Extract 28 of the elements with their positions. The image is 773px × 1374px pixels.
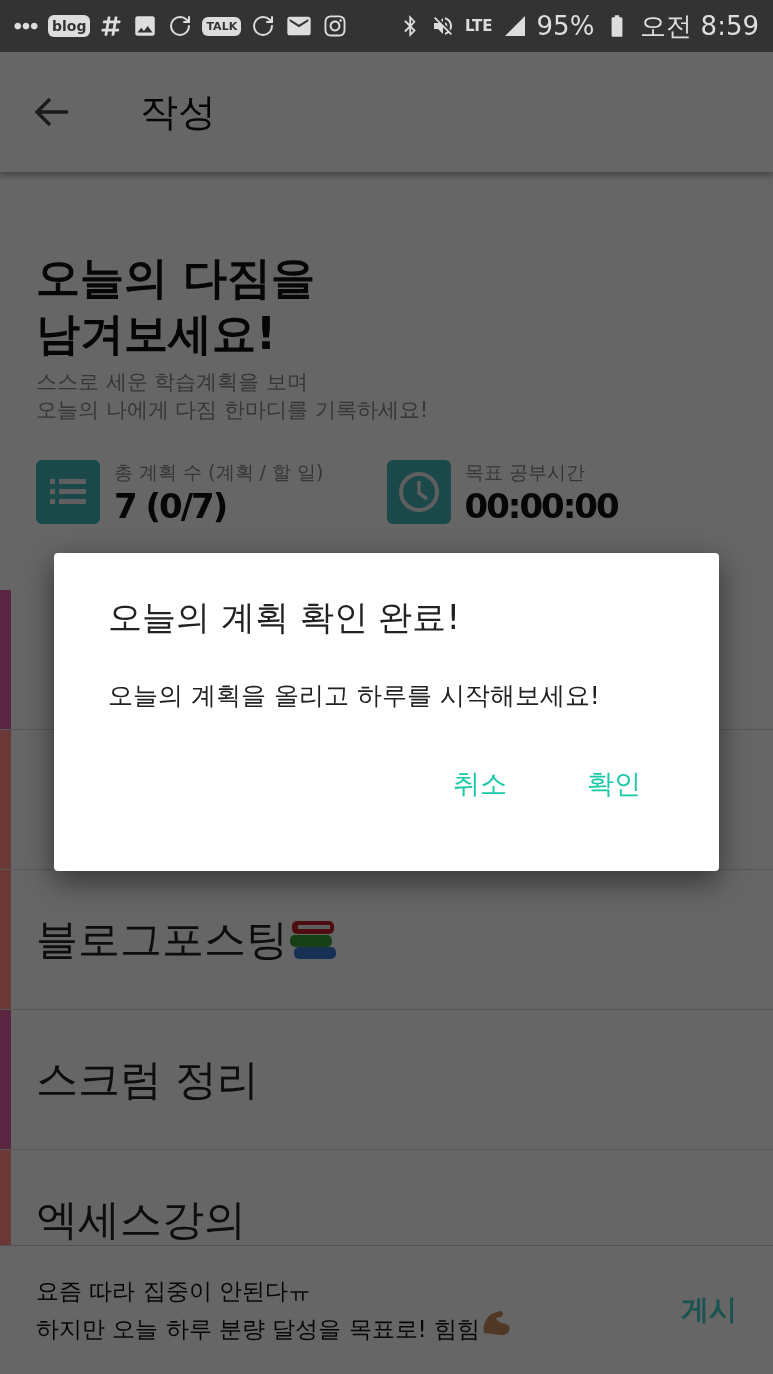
- plan-row[interactable]: 엑세스강의: [0, 1150, 773, 1245]
- headline: 오늘의 다짐을: [36, 251, 317, 305]
- clock-icon: [386, 460, 451, 524]
- headline: 남겨보세요!: [36, 307, 278, 361]
- plan-title: 블로그포스팅: [36, 913, 288, 966]
- dialog-message: 오늘의 계획을 올리고 하루를 시작해보세요!: [108, 680, 601, 712]
- refresh-icon: [251, 14, 276, 38]
- screen-title: 작성: [140, 88, 216, 136]
- plan-title: 엑세스강의: [36, 1193, 246, 1245]
- stat-value: 00:00:00: [464, 486, 618, 526]
- plan-row[interactable]: 스크럼 정리: [0, 1010, 773, 1150]
- dialog-title: 오늘의 계획 확인 완료!: [108, 596, 462, 639]
- dialog-button[interactable]: 취소: [443, 762, 517, 806]
- list-icon: [36, 460, 100, 524]
- clock: 오전 8:59: [640, 9, 759, 43]
- resolution-text[interactable]: 요즘 따라 집중이 안된다ㅠ 하지만 오늘 하루 분량 달성을 목표로! 힘힘: [36, 1273, 681, 1347]
- hashtag-icon: [100, 15, 123, 37]
- refresh-icon: [168, 14, 193, 38]
- back-arrow-icon[interactable]: [34, 97, 70, 127]
- plan-title: 스크럼 정리: [36, 1053, 260, 1106]
- stat-value: 7 (0/7): [114, 486, 228, 526]
- camera-icon: [323, 14, 348, 38]
- dialog-button[interactable]: 확인: [577, 762, 651, 806]
- blog-badge: blog: [48, 15, 91, 37]
- battery-percent: 95%: [536, 11, 595, 41]
- network-label: LTE: [465, 17, 493, 35]
- mute-icon: [431, 14, 455, 38]
- talk-badge: TALK: [202, 16, 242, 36]
